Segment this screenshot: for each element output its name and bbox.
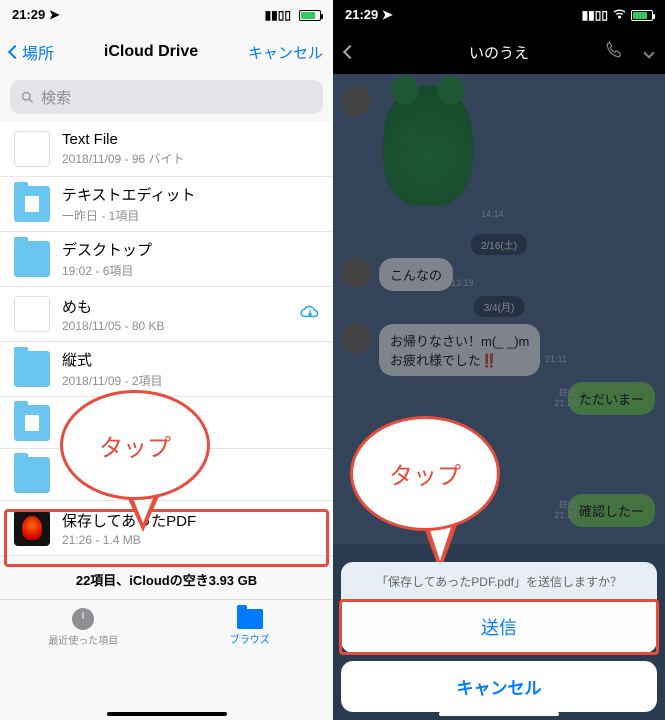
chevron-down-icon (643, 47, 654, 58)
chat-bubble[interactable]: お帰りなさい！m(_ _)m お疲れ様でした‼️ (379, 324, 540, 376)
chat-title: いのうえ (469, 42, 529, 63)
signal-icon: ▮▮▯▯ (265, 8, 291, 22)
list-item[interactable]: 縦式2018/11/09 - 2項目 (0, 342, 333, 397)
cloud-download-icon[interactable] (299, 304, 321, 325)
tab-browse[interactable]: ブラウズ (167, 600, 334, 654)
timestamp: 21:28 (554, 510, 577, 520)
timestamp: 14:14 (481, 209, 504, 219)
list-item[interactable]: デスクトップ19:02 - 6項目 (0, 232, 333, 287)
sheet-cancel-button[interactable]: キャンセル (341, 661, 657, 712)
status-bar: 21:29 ➤ ▮▮▯▯ (333, 0, 665, 30)
avatar[interactable] (341, 258, 371, 288)
chat-bubble[interactable]: こんなの (379, 258, 453, 291)
tab-recents[interactable]: 最近使った項目 (0, 600, 167, 654)
list-item[interactable]: Text File2018/11/09 - 96 バイト (0, 122, 333, 177)
location-icon: ➤ (49, 7, 60, 22)
clock-icon (72, 608, 94, 630)
search-input[interactable]: 検索 (10, 80, 323, 114)
storage-footer: 22項目、iCloudの空き3.93 GB (0, 556, 333, 599)
timestamp: 13:19 (451, 278, 474, 288)
cancel-button[interactable]: キャンセル (248, 42, 323, 63)
folder-icon (237, 609, 263, 629)
chevron-left-icon (8, 45, 22, 59)
wifi-icon (612, 8, 627, 23)
chevron-left-icon (343, 44, 357, 58)
status-bar: 21:29 ➤ ▮▮▯▯ (0, 0, 333, 30)
chat-nav-bar: いのうえ (333, 30, 665, 74)
annotation-callout: タップ (60, 390, 210, 500)
annotation-callout: タップ (350, 416, 500, 531)
back-button[interactable]: 場所 (10, 40, 54, 64)
battery-icon (631, 10, 653, 21)
pdf-thumbnail (14, 510, 50, 546)
action-sheet: 「保存してあったPDF.pdf」を送信しますか？ 送信 キャンセル (333, 562, 665, 720)
timestamp: 21:11 (545, 354, 567, 364)
folder-icon (14, 351, 50, 387)
folder-icon (14, 405, 50, 441)
date-chip: 3/4(月) (474, 296, 525, 317)
list-item[interactable]: テキストエディット一昨日 - 1項目 (0, 177, 333, 232)
menu-button[interactable] (645, 44, 653, 61)
search-icon (20, 90, 35, 105)
timestamp: 21:26 (554, 398, 577, 408)
folder-icon (14, 457, 50, 493)
sticker-frog (383, 86, 473, 206)
nav-title: iCloud Drive (104, 43, 198, 61)
list-item-pdf[interactable]: 保存してあったPDF21:26 - 1.4 MB (0, 501, 333, 556)
files-app-screen: 21:29 ➤ ▮▮▯▯ 場所 iCloud Drive キャンセル 検索 Te… (0, 0, 333, 720)
send-button[interactable]: 送信 (341, 601, 657, 653)
tab-bar: 最近使った項目 ブラウズ (0, 599, 333, 654)
date-chip: 2/16(土) (471, 234, 527, 255)
nav-bar: 場所 iCloud Drive キャンセル (0, 30, 333, 74)
folder-icon (14, 186, 50, 222)
file-icon (14, 131, 50, 167)
status-icons: ▮▮▯▯ (265, 8, 321, 22)
back-button[interactable] (345, 44, 355, 61)
file-icon (14, 296, 50, 332)
avatar[interactable] (341, 86, 371, 116)
chat-bubble-own[interactable]: ただいまー (568, 382, 655, 415)
sheet-prompt: 「保存してあったPDF.pdf」を送信しますか？ (341, 562, 657, 601)
folder-icon (14, 241, 50, 277)
chat-bubble-own[interactable]: 確認したー (568, 494, 655, 527)
signal-icon: ▮▮▯▯ (582, 8, 608, 22)
chat-app-screen: 21:29 ➤ ▮▮▯▯ いのうえ 14:14 2/16(土) こんなの 13:… (333, 0, 665, 720)
list-item[interactable]: めも2018/11/05 - 80 KB (0, 287, 333, 342)
battery-icon (299, 10, 321, 21)
call-button[interactable] (605, 41, 623, 63)
avatar[interactable] (341, 324, 371, 354)
home-indicator[interactable] (107, 712, 227, 716)
